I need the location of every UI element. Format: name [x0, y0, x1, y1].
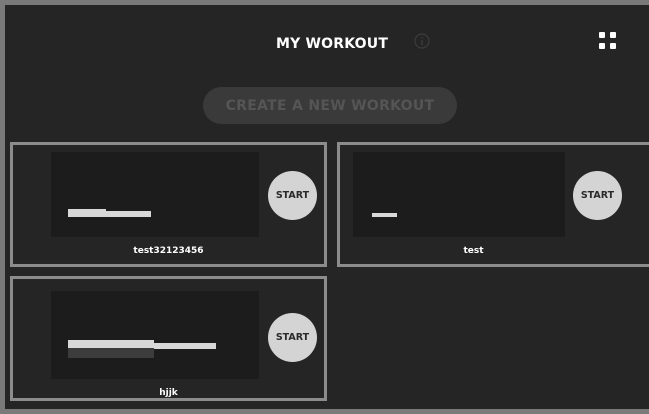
- interval-bar: [106, 211, 151, 217]
- interval-bar: [372, 213, 397, 217]
- grid-icon[interactable]: [599, 32, 617, 50]
- grid-cell: [599, 43, 605, 49]
- page-title: MY WORKOUT: [276, 36, 389, 52]
- grid-cell: [599, 32, 605, 38]
- workout-name: hjjk: [159, 388, 178, 398]
- interval-bar: [68, 340, 154, 348]
- interval-bar: [68, 209, 106, 217]
- workout-name: test: [463, 246, 484, 256]
- workout-preview: [353, 152, 565, 237]
- interval-bar: [68, 348, 154, 358]
- workout-card[interactable]: START test32123456: [10, 142, 327, 267]
- interval-bar: [154, 343, 216, 349]
- workout-name: test32123456: [133, 246, 204, 256]
- start-button[interactable]: START: [268, 313, 317, 362]
- workout-card[interactable]: START test: [337, 142, 649, 267]
- workout-preview: [51, 291, 259, 379]
- info-icon[interactable]: [414, 33, 430, 49]
- grid-cell: [610, 32, 616, 38]
- start-button[interactable]: START: [573, 171, 622, 220]
- create-workout-button[interactable]: CREATE A NEW WORKOUT: [203, 87, 457, 124]
- workout-app: MY WORKOUT CREATE A NEW WORKOUT START te…: [5, 5, 649, 409]
- workout-preview: [51, 152, 259, 237]
- workout-card[interactable]: START hjjk: [10, 276, 327, 401]
- start-button[interactable]: START: [268, 171, 317, 220]
- grid-cell: [610, 43, 616, 49]
